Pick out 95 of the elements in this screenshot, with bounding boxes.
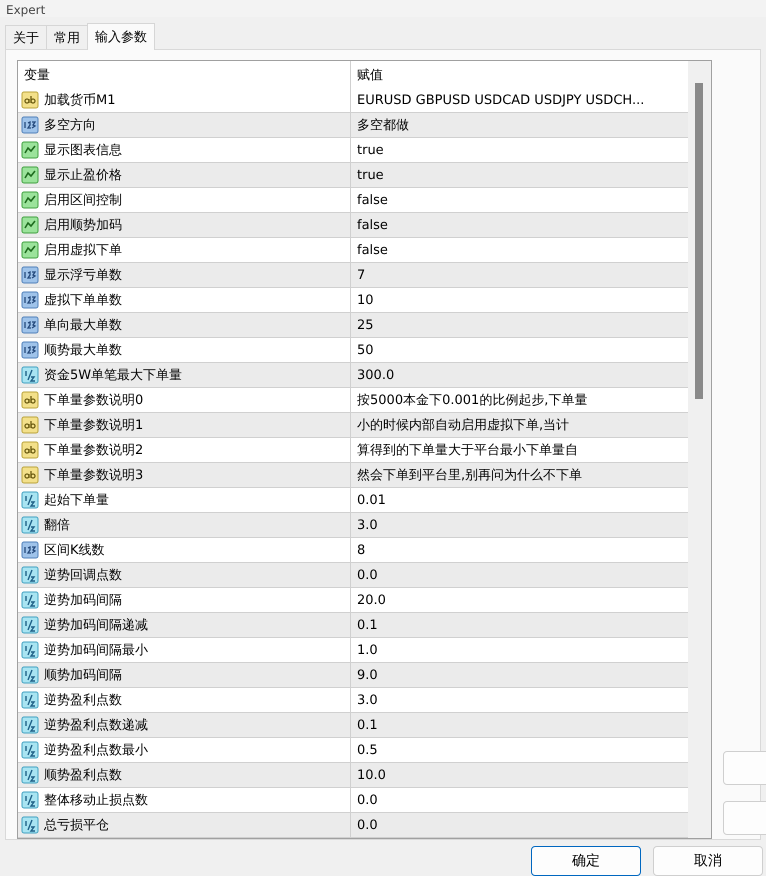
fraction-type-icon [21,791,39,809]
parameter-value[interactable]: 0.1 [357,718,378,732]
parameter-value[interactable]: 50 [357,342,374,358]
tab[interactable]: 关于 [5,25,47,49]
parameter-value[interactable]: 7 [357,268,366,282]
parameter-value[interactable]: 算得到的下单量大于平台最小下单量自 [357,441,578,459]
fraction-type-icon [21,491,39,509]
integer-type-icon [21,316,39,334]
parameter-value[interactable]: 多空都做 [357,116,409,134]
text-type-icon [21,466,39,484]
parameter-name: 虚拟下单单数 [44,292,122,309]
parameter-value[interactable]: 0.0 [357,568,378,582]
parameter-value[interactable]: 0.0 [357,818,378,832]
fraction-type-icon [21,641,39,659]
parameter-name: 起始下单量 [44,492,109,509]
parameter-name: 顺势加码间隔 [44,667,122,684]
parameter-name: 下单量参数说明0 [44,392,144,409]
parameter-name: 逆势回调点数 [44,567,122,584]
parameter-value[interactable]: 20.0 [357,592,386,608]
fraction-type-icon [21,366,39,384]
parameter-value[interactable]: 1.0 [357,642,378,658]
parameter-name: 下单量参数说明2 [44,442,144,459]
parameter-name: 资金5W单笔最大下单量 [44,367,182,384]
side-button[interactable] [723,751,766,785]
parameter-value[interactable]: false [357,242,388,258]
fraction-type-icon [21,816,39,834]
parameter-value[interactable]: 8 [357,542,366,558]
fraction-type-icon [21,591,39,609]
parameter-value[interactable]: 25 [357,318,374,332]
parameter-value[interactable]: false [357,192,388,208]
parameter-value[interactable]: 0.5 [357,742,378,758]
parameter-value[interactable]: 然会下单到平台里,别再问为什么不下单 [357,466,582,484]
fraction-type-icon [21,766,39,784]
parameter-name: 启用区间控制 [44,192,122,209]
parameter-name: 顺势盈利点数 [44,767,122,784]
parameter-name: 逆势加码间隔递减 [44,617,148,634]
fraction-type-icon [21,516,39,534]
parameter-value[interactable]: false [357,218,388,232]
parameter-name: 下单量参数说明3 [44,467,144,484]
fraction-type-icon [21,691,39,709]
parameter-name: 单向最大单数 [44,317,122,334]
scrollbar-thumb[interactable] [695,83,703,399]
ok-button[interactable]: 确定 [531,846,641,876]
integer-type-icon [21,266,39,284]
parameter-name: 显示止盈价格 [44,167,122,184]
integer-type-icon [21,341,39,359]
parameter-value[interactable]: true [357,142,384,158]
parameter-name: 总亏损平仓 [44,817,109,834]
fraction-type-icon [21,566,39,584]
parameter-name: 启用虚拟下单 [44,242,122,259]
parameter-value[interactable]: 3.0 [357,518,378,532]
parameter-value[interactable]: 按5000本金下0.001的比例起步,下单量 [357,391,588,409]
text-type-icon [21,416,39,434]
parameter-name: 翻倍 [44,517,70,534]
parameter-value[interactable]: 小的时候内部自动启用虚拟下单,当计 [357,416,570,434]
parameter-name: 逆势加码间隔 [44,592,122,609]
text-type-icon [21,91,39,109]
parameter-value[interactable]: 3.0 [357,692,378,708]
parameter-value[interactable]: 0.1 [357,618,378,632]
fraction-type-icon [21,741,39,759]
text-type-icon [21,441,39,459]
column-header: 赋值 [356,66,384,84]
fraction-type-icon [21,666,39,684]
parameter-name: 逆势盈利点数最小 [44,742,148,759]
integer-type-icon [21,116,39,134]
parameter-name: 加载货币M1 [44,92,116,109]
parameter-value[interactable]: 0.01 [357,492,386,508]
parameter-name: 显示图表信息 [44,142,122,159]
parameter-name: 逆势加码间隔最小 [44,642,148,659]
parameter-name: 顺势最大单数 [44,342,122,359]
parameter-name: 逆势盈利点数 [44,692,122,709]
scrollbar[interactable] [688,61,711,838]
parameter-name: 下单量参数说明1 [44,417,144,434]
text-type-icon [21,391,39,409]
integer-type-icon [21,541,39,559]
fraction-type-icon [21,616,39,634]
cancel-button[interactable]: 取消 [653,846,763,876]
parameter-value[interactable]: 0.0 [357,792,378,808]
parameter-value[interactable]: 300.0 [357,368,394,382]
parameter-name: 多空方向 [44,117,96,134]
side-button[interactable] [723,801,766,835]
parameter-value[interactable]: 10 [357,292,374,308]
parameter-value[interactable]: EURUSD GBPUSD USDCAD USDJPY USDCH... [357,92,644,108]
parameter-name: 区间K线数 [44,542,105,559]
integer-type-icon [21,291,39,309]
parameter-name: 显示浮亏单数 [44,267,122,284]
parameter-name: 启用顺势加码 [44,217,122,234]
tab[interactable]: 输入参数 [87,23,155,50]
parameter-name: 逆势盈利点数递减 [44,717,148,734]
parameter-value[interactable]: true [357,168,384,182]
fraction-type-icon [21,716,39,734]
parameter-name: 整体移动止损点数 [44,792,148,809]
parameter-value[interactable]: 10.0 [357,768,386,782]
window-title: Expert [6,3,46,17]
parameter-value[interactable]: 9.0 [357,668,378,682]
